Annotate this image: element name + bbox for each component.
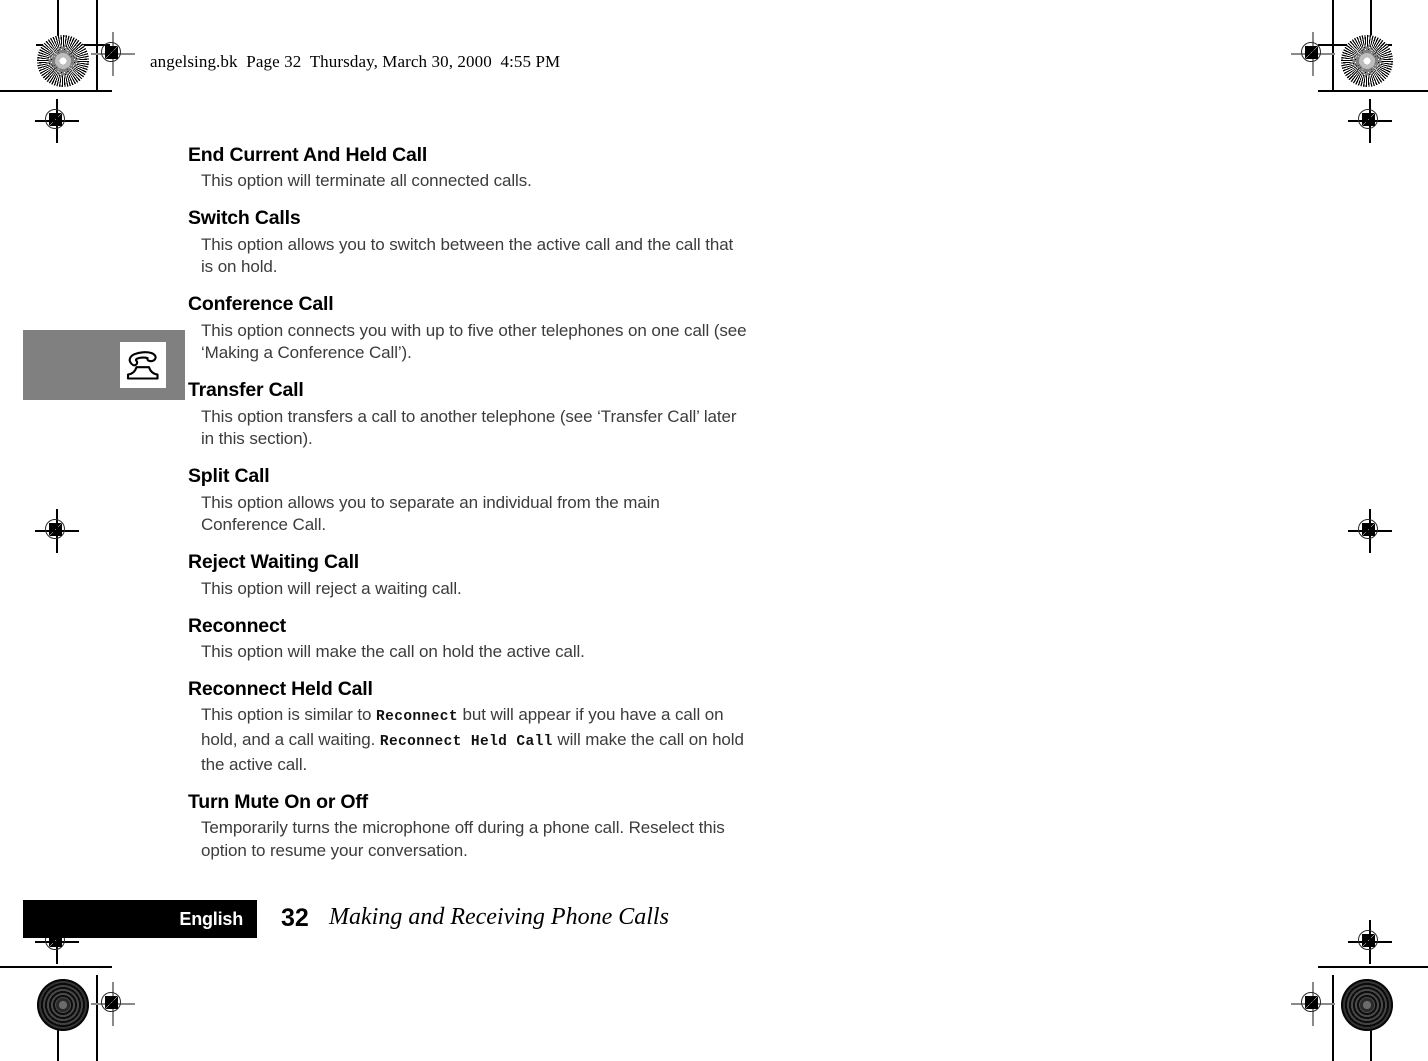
section-body-reject-waiting-call: This option will reject a waiting call.	[201, 578, 462, 598]
registration-mark-top-left	[91, 32, 135, 76]
section-heading-switch-calls: Switch Calls	[188, 207, 301, 230]
section-body-split-call: This option allows you to separate an in…	[201, 492, 660, 535]
section-body-switch-calls: This option allows you to switch between…	[201, 234, 734, 277]
section-heading-reconnect: Reconnect	[188, 614, 286, 637]
section-heading-transfer-call: Transfer Call	[188, 379, 304, 402]
crop-line-bottom-left-horizontal	[0, 966, 112, 968]
section-heading-turn-mute-on-or-off: Turn Mute On or Off	[188, 790, 368, 813]
inline-code-reconnect: Reconnect	[376, 709, 458, 726]
inline-code-reconnect-held-call: Reconnect Held Call	[379, 733, 553, 750]
page-slug-line: angelsing.bk Page 32 Thursday, March 30,…	[150, 52, 561, 71]
registration-mark-mid-right	[1348, 509, 1392, 553]
crop-line-top-right-horizontal	[1318, 90, 1428, 92]
registration-mark-lower-right	[1348, 920, 1392, 964]
section-body-transfer-call: This option transfers a call to another …	[201, 406, 737, 449]
section-body-turn-mute-on-or-off: Temporarily turns the microphone off dur…	[201, 817, 725, 860]
footer-page-number: 32	[281, 904, 309, 932]
registration-mark-bottom-left	[91, 982, 135, 1026]
chapter-side-tab	[23, 330, 185, 400]
section-body-end-current-and-held-call: This option will terminate all connected…	[201, 171, 532, 191]
section-body-reconnect-held-call: This option is similar to Reconnect but …	[201, 704, 748, 776]
telephone-icon	[120, 342, 166, 388]
registration-mark-upper-right-inner	[1348, 99, 1392, 143]
section-heading-reject-waiting-call: Reject Waiting Call	[188, 551, 360, 574]
section-heading-end-current-and-held-call: End Current And Held Call	[188, 144, 428, 166]
section-body-reconnect: This option will make the call on hold t…	[201, 641, 585, 661]
registration-mark-top-right	[1291, 32, 1335, 76]
footer-section-title: Making and Receiving Phone Calls	[329, 904, 669, 930]
registration-mark-bottom-right	[1291, 982, 1335, 1026]
footer-language-label: English	[179, 908, 243, 929]
section-heading-reconnect-held-call: Reconnect Held Call	[188, 677, 373, 700]
rosette-target-bottom-left	[37, 979, 89, 1031]
star-target-top-left	[37, 35, 89, 87]
crop-line-top-left-horizontal	[0, 90, 112, 92]
body-text-fragment: This option is similar to	[201, 705, 377, 725]
rosette-target-bottom-right	[1341, 979, 1393, 1031]
section-body-conference-call: This option connects you with up to five…	[201, 320, 747, 363]
section-heading-split-call: Split Call	[188, 465, 270, 488]
registration-mark-mid-left	[35, 509, 79, 553]
crop-line-bottom-right-horizontal	[1318, 966, 1428, 968]
section-heading-conference-call: Conference Call	[188, 293, 334, 316]
footer-language-bar: English	[23, 900, 257, 938]
registration-mark-upper-left-inner	[35, 99, 79, 143]
star-target-top-right	[1341, 35, 1393, 87]
page-content: End Current And Held Call This option wi…	[188, 144, 748, 863]
